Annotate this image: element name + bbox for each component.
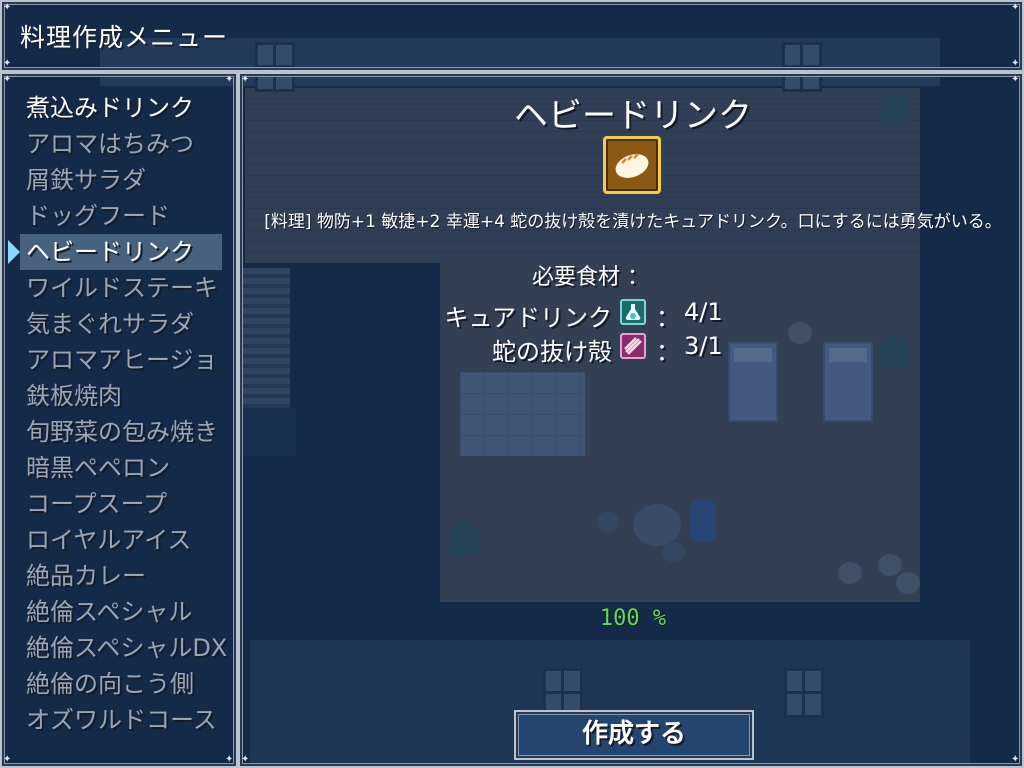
item-name: ヘビードリンク: [514, 96, 752, 136]
ingredient-count: 3/1: [684, 332, 723, 360]
ingredient-colon: ：: [656, 304, 680, 332]
create-button[interactable]: 作成する: [514, 710, 754, 760]
ingredient-colon: ：: [656, 338, 680, 366]
recipe-item[interactable]: ワイルドステーキ: [2, 270, 238, 306]
recipe-item[interactable]: ロイヤルアイス: [2, 522, 238, 558]
recipe-item[interactable]: ドッグフード: [2, 198, 238, 234]
recipe-item[interactable]: コープスープ: [2, 486, 238, 522]
recipe-item[interactable]: 暗黒ペペロン: [2, 450, 238, 486]
title-window: ✦ ✦ ✦ ✦ 料理作成メニュー: [0, 0, 1024, 72]
item-description: [料理] 物防+1 敏捷+2 幸運+4 蛇の抜け殻を漬けたキュアドリンク。口にす…: [264, 212, 1002, 232]
recipe-item[interactable]: アロマはちみつ: [2, 126, 238, 162]
ingredient-name: 蛇の抜け殻: [492, 338, 612, 366]
ingredient-row: キュアドリンク ： 4/1: [240, 298, 1024, 332]
ingredient-name: キュアドリンク: [444, 304, 612, 332]
recipe-item[interactable]: 絶倫スペシャルDX: [2, 630, 238, 666]
recipe-item[interactable]: 気まぐれサラダ: [2, 306, 238, 342]
recipe-item[interactable]: 絶品カレー: [2, 558, 238, 594]
recipe-item[interactable]: 絶倫の向こう側: [2, 666, 238, 702]
recipe-detail-window: ✦ ✦ ✦ ✦ ヘビードリンク [料理] 物防+1 敏捷+2 幸運+4 蛇の抜け殻を…: [238, 72, 1024, 768]
recipe-item[interactable]: 鉄板焼肉: [2, 378, 238, 414]
recipe-list-window: ✦ ✦ ✦ ✦ 煮込みドリンク アロマはちみつ 屑鉄サラダ ドッグフード ヘビードリンク ワイ…: [0, 72, 238, 768]
recipe-item[interactable]: 旬野菜の包み焼き: [2, 414, 238, 450]
bread-icon: [603, 136, 661, 194]
recipe-item[interactable]: オズワルドコース: [2, 702, 238, 738]
snake-skin-icon: [620, 333, 646, 359]
recipe-item[interactable]: 絶倫スペシャル: [2, 594, 238, 630]
ingredient-row: 蛇の抜け殻 ： 3/1: [240, 332, 1024, 366]
recipe-item[interactable]: アロマアヒージョ: [2, 342, 238, 378]
ingredients-header: 必要食材 ：: [532, 265, 649, 290]
ingredient-count: 4/1: [684, 298, 723, 326]
potion-icon: [620, 299, 646, 325]
recipe-item[interactable]: 煮込みドリンク: [2, 90, 238, 126]
recipe-item[interactable]: ヘビードリンク: [20, 234, 222, 270]
recipe-item[interactable]: 屑鉄サラダ: [2, 162, 238, 198]
success-rate: 100 %: [599, 606, 667, 631]
recipe-list: 煮込みドリンク アロマはちみつ 屑鉄サラダ ドッグフード ヘビードリンク ワイルドステーキ…: [2, 90, 238, 738]
selection-cursor-icon: [8, 240, 20, 264]
window-title: 料理作成メニュー: [20, 23, 229, 52]
